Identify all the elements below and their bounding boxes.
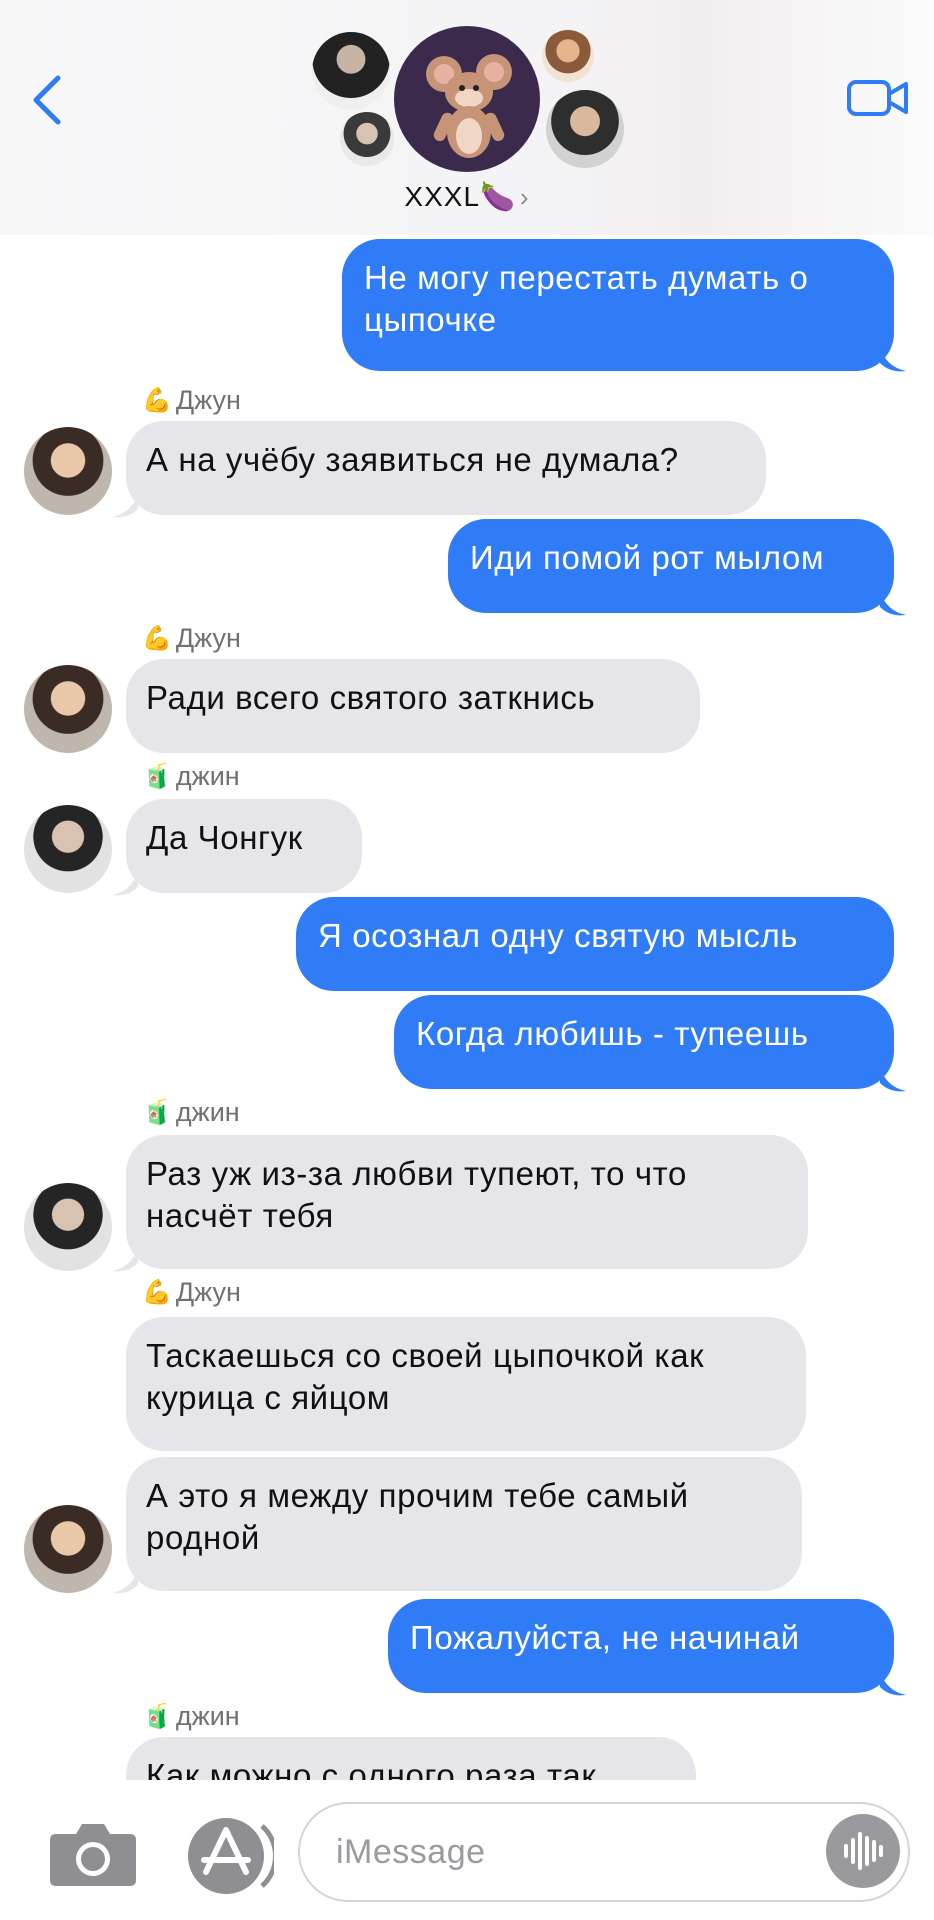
bubble-tail (112, 1247, 138, 1272)
outgoing-message[interactable]: Иди помой рот мылом (448, 519, 894, 613)
message-line: курица с яйцом (146, 1379, 391, 1416)
message-line: цыпочке (364, 301, 497, 338)
group-name: XXXL🍆 (404, 181, 516, 212)
sender-avatar[interactable] (24, 1183, 112, 1271)
conversation-header: XXXL🍆 › (0, 0, 934, 235)
message-line: насчёт тебя (146, 1197, 334, 1234)
message-line: Когда любишь - тупеешь (416, 1015, 809, 1052)
sender-avatar[interactable] (24, 665, 112, 753)
sender-label: 🧃 джин (142, 761, 240, 792)
incoming-message[interactable]: А на учёбу заявиться не думала? (126, 421, 766, 515)
message-line: Как можно с одного раза так (146, 1757, 597, 1780)
outgoing-message[interactable]: Не могу перестать думать о цыпочке (342, 239, 894, 371)
video-call-button[interactable] (846, 76, 910, 120)
composer-bar: iMessage (0, 1780, 934, 1920)
app-store-button[interactable] (182, 1810, 278, 1902)
message-line: Раз уж из-за любви тупеют, то что (146, 1155, 687, 1192)
sender-label: 💪 Джун (142, 1277, 241, 1308)
camera-button[interactable] (48, 1820, 138, 1888)
sender-name: джин (175, 761, 240, 791)
sender-name: Джун (175, 385, 241, 415)
sender-emoji: 💪 (142, 387, 172, 414)
message-line: А на учёбу заявиться не думала? (146, 441, 679, 478)
bubble-tail (112, 871, 138, 896)
message-line: А это я между прочим тебе самый (146, 1477, 689, 1514)
group-avatar-main (394, 26, 540, 172)
incoming-message[interactable]: Ради всего святого заткнись (126, 659, 700, 753)
video-camera-icon (847, 80, 908, 116)
message-line: родной (146, 1519, 260, 1556)
message-list[interactable]: Не могу перестать думать о цыпочке 💪 Джу… (0, 235, 934, 1780)
bubble-tail (112, 1569, 138, 1594)
audio-message-button[interactable] (826, 1814, 900, 1888)
incoming-message[interactable]: А это я между прочим тебе самый родной (126, 1457, 802, 1591)
member-avatar (542, 30, 594, 82)
outgoing-message[interactable]: Когда любишь - тупеешь (394, 995, 894, 1089)
message-input-placeholder: iMessage (336, 1833, 486, 1871)
message-line: Да Чонгук (146, 819, 303, 856)
sender-emoji: 🧃 (142, 1099, 172, 1126)
bubble-tail (880, 347, 906, 372)
incoming-message[interactable]: Раз уж из-за любви тупеют, то что насчёт… (126, 1135, 808, 1269)
mouse-cartoon-icon (426, 54, 512, 158)
message-line: Таскаешься со своей цыпочкой как (146, 1337, 705, 1374)
member-avatar (340, 112, 394, 166)
sender-emoji: 🧃 (142, 763, 172, 790)
sender-name: Джун (175, 1277, 241, 1307)
message-line: Не могу перестать думать о (364, 259, 809, 296)
sender-name: Джун (175, 623, 241, 653)
sender-avatar[interactable] (24, 1505, 112, 1593)
sender-label: 🧃 джин (142, 1701, 240, 1732)
outgoing-message[interactable]: Пожалуйста, не начинай (388, 1599, 894, 1693)
app-store-icon (188, 1818, 278, 1894)
incoming-message[interactable]: Как можно с одного раза так (126, 1737, 696, 1780)
message-line: Пожалуйста, не начинай (410, 1619, 800, 1656)
message-line: Иди помой рот мылом (470, 539, 825, 576)
incoming-message[interactable]: Таскаешься со своей цыпочкой как курица … (126, 1317, 806, 1451)
group-avatars[interactable] (0, 0, 934, 190)
message-input[interactable]: iMessage (298, 1802, 910, 1902)
member-avatar (546, 90, 624, 168)
member-avatar (312, 32, 390, 110)
sender-name: джин (175, 1097, 240, 1127)
sender-emoji: 🧃 (142, 1703, 172, 1730)
incoming-message[interactable]: Да Чонгук (126, 799, 362, 893)
audio-waveform-icon (844, 1832, 883, 1870)
bubble-tail (880, 1671, 906, 1696)
sender-emoji: 💪 (142, 1279, 172, 1306)
sender-label: 💪 Джун (142, 385, 241, 416)
sender-label: 💪 Джун (142, 623, 241, 654)
sender-avatar[interactable] (24, 427, 112, 515)
group-name-button[interactable]: XXXL🍆 › (0, 180, 934, 213)
sender-emoji: 💪 (142, 625, 172, 652)
chevron-right-icon: › (519, 182, 530, 212)
message-line: Я осознал одну святую мысль (318, 917, 799, 954)
bubble-tail (112, 493, 138, 518)
message-line: Ради всего святого заткнись (146, 679, 596, 716)
camera-icon (50, 1824, 136, 1886)
sender-name: джин (175, 1701, 240, 1731)
bubble-tail (880, 1067, 906, 1092)
bubble-tail (880, 591, 906, 616)
sender-label: 🧃 джин (142, 1097, 240, 1128)
outgoing-message[interactable]: Я осознал одну святую мысль (296, 897, 894, 991)
sender-avatar[interactable] (24, 805, 112, 893)
